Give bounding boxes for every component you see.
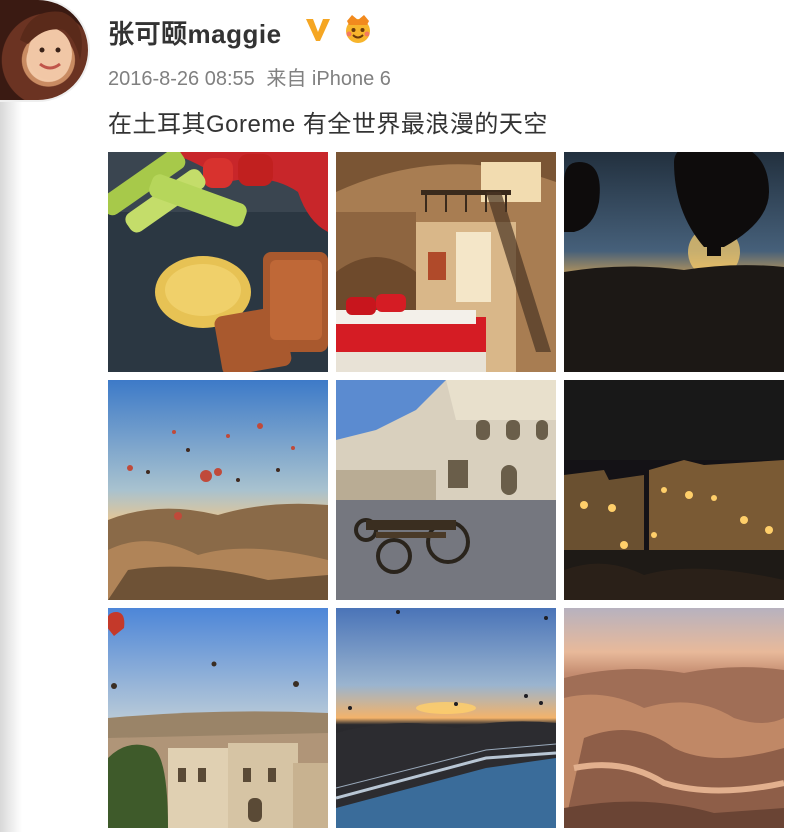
photo-food[interactable] [108, 152, 328, 372]
photo-grid [108, 152, 784, 832]
avatar[interactable] [0, 0, 88, 100]
username[interactable]: 张可颐maggie [108, 14, 282, 51]
photo-balloon-sunrise[interactable] [564, 152, 784, 372]
verified-badge-icon [303, 14, 333, 44]
photo-courtyard-cart[interactable] [336, 380, 556, 600]
post-text: 在土耳其Goreme 有全世界最浪漫的天空 [108, 111, 548, 138]
photo-pool-sunrise[interactable] [336, 608, 556, 828]
photo-hotel-night[interactable] [564, 380, 784, 600]
post-meta: 2016-8-26 08:55 来自 iPhone 6 [108, 62, 391, 91]
member-crown-emoji-icon [341, 12, 375, 46]
post-timestamp[interactable]: 2016-8-26 08:55 [108, 68, 255, 90]
photo-balloons-valley[interactable] [108, 380, 328, 600]
photo-hotel-room[interactable] [336, 152, 556, 372]
page-edge-shadow [0, 0, 22, 832]
photo-town-balloons[interactable] [108, 608, 328, 828]
post-source: 来自 iPhone 6 [266, 68, 391, 90]
photo-valley-aerial[interactable] [564, 608, 784, 828]
